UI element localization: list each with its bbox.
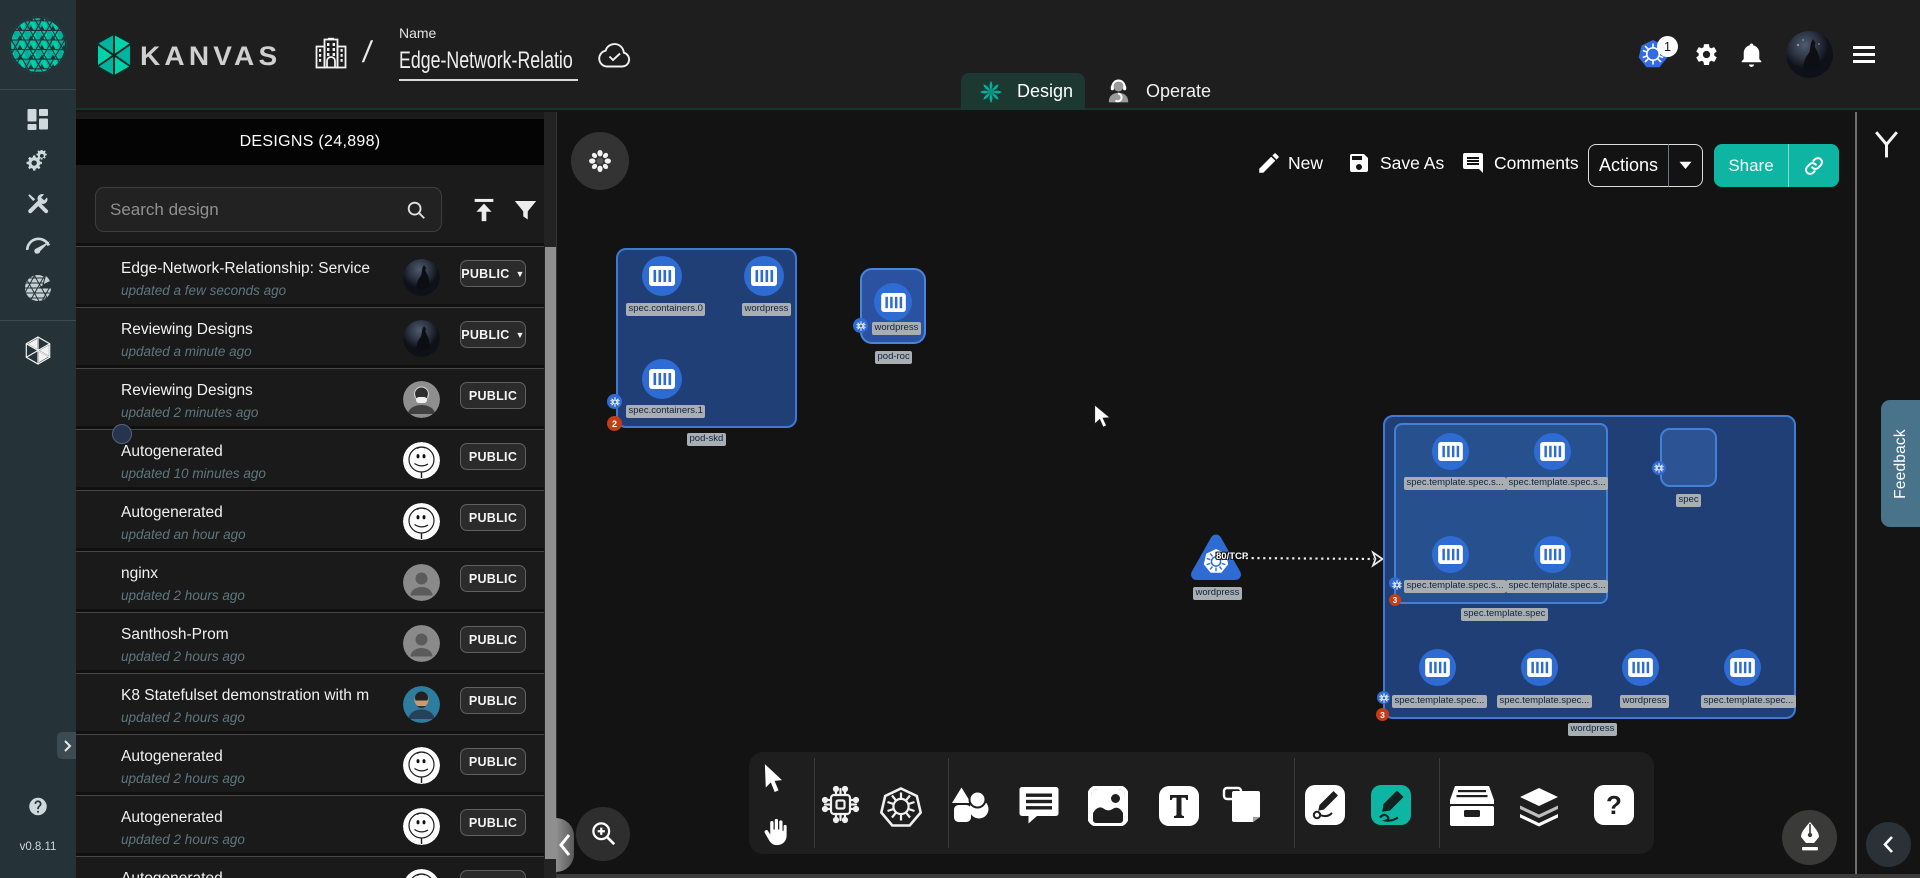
svg-text:?: ? — [1606, 790, 1622, 820]
